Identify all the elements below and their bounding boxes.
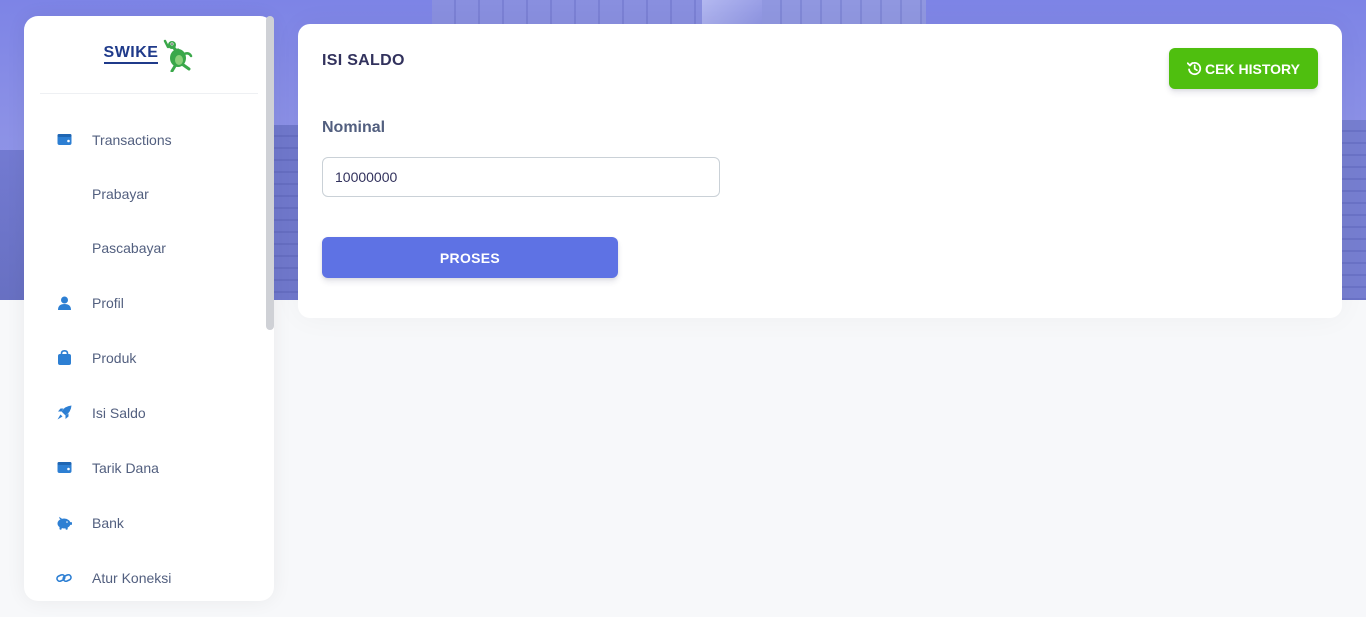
isi-saldo-card: ISI SALDO CEK HISTORY Nominal PROSES [298, 24, 1342, 318]
sidebar-item-bank[interactable]: Bank [24, 495, 274, 550]
sidebar-item-transactions[interactable]: Transactions [24, 112, 274, 167]
sidebar-item-produk[interactable]: Produk [24, 330, 274, 385]
sidebar-item-label: Profil [92, 294, 124, 311]
proses-button[interactable]: PROSES [322, 237, 618, 278]
rocket-icon [56, 405, 72, 421]
nominal-input[interactable] [322, 157, 720, 197]
shopping-bag-icon [56, 350, 72, 366]
link-icon [56, 570, 72, 586]
sidebar-item-label: Produk [92, 349, 137, 366]
sidebar-item-pascabayar[interactable]: Pascabayar [24, 221, 274, 275]
frog-mascot-icon [164, 39, 193, 72]
piggy-bank-icon [56, 515, 72, 531]
user-icon [56, 295, 72, 311]
cek-history-label: CEK HISTORY [1205, 60, 1300, 77]
page-title: ISI SALDO [322, 52, 405, 69]
background-building [702, 0, 762, 24]
sidebar-scrollbar[interactable] [266, 16, 274, 330]
sidebar-item-isi-saldo[interactable]: Isi Saldo [24, 385, 274, 440]
cek-history-button[interactable]: CEK HISTORY [1169, 48, 1318, 89]
sidebar-item-label: Tarik Dana [92, 459, 159, 476]
brand-logo[interactable]: SWIKE [40, 16, 258, 94]
sidebar-item-label: Atur Koneksi [92, 569, 172, 586]
sidebar-item-label: Isi Saldo [92, 404, 146, 421]
sidebar-item-label: Prabayar [92, 186, 149, 202]
background-building [762, 0, 926, 24]
background-building [432, 0, 702, 24]
sidebar-item-tarik-dana[interactable]: Tarik Dana [24, 440, 274, 495]
wallet-icon [56, 132, 72, 148]
sidebar-item-atur-koneksi[interactable]: Atur Koneksi [24, 550, 274, 601]
sidebar-item-label: Pascabayar [92, 240, 166, 256]
sidebar: SWIKE Transactions Prabayar Pascabayar P… [24, 16, 274, 601]
sidebar-item-profil[interactable]: Profil [24, 275, 274, 330]
nominal-label: Nominal [322, 119, 386, 136]
sidebar-nav: Transactions Prabayar Pascabayar Profil … [24, 94, 274, 601]
background-building [1342, 120, 1366, 300]
history-icon [1187, 62, 1202, 76]
background-building [274, 125, 298, 300]
sidebar-item-prabayar[interactable]: Prabayar [24, 167, 274, 221]
sidebar-item-label: Bank [92, 514, 124, 531]
brand-name: SWIKE [103, 45, 159, 64]
sidebar-item-label: Transactions [92, 131, 172, 148]
wallet-icon [56, 460, 72, 476]
